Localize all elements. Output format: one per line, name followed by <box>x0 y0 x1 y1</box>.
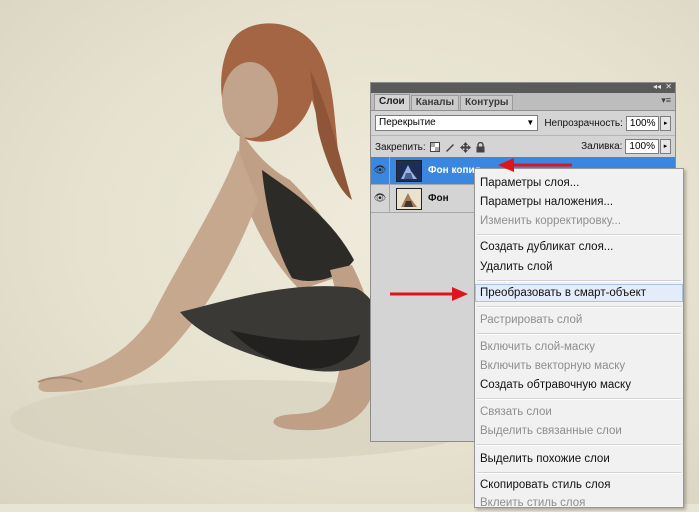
menu-item-enable-vector-mask[interactable]: Включить векторную маску <box>475 357 683 375</box>
opacity-label: Непрозрачность: <box>544 117 623 129</box>
fill-field[interactable]: 100% <box>625 139 659 154</box>
menu-separator <box>477 444 681 446</box>
menu-item-delete-layer[interactable]: Удалить слой <box>475 258 683 276</box>
blend-mode-value: Перекрытие <box>379 117 436 128</box>
lock-transparency-icon[interactable] <box>430 142 441 153</box>
layer-thumbnail <box>396 187 422 210</box>
collapse-icon[interactable]: ◂◂ <box>653 82 661 92</box>
menu-item-edit-adjustment[interactable]: Изменить корректировку... <box>475 212 683 230</box>
menu-item-rasterize-layer[interactable]: Растрировать слой <box>475 311 683 329</box>
menu-separator <box>477 472 681 474</box>
menu-separator <box>477 234 681 236</box>
menu-separator <box>477 398 681 400</box>
menu-separator <box>477 280 681 282</box>
menu-separator <box>477 306 681 308</box>
lock-all-icon[interactable] <box>475 141 486 153</box>
tab-layers[interactable]: Слои <box>374 94 410 110</box>
menu-item-layer-properties[interactable]: Параметры слоя... <box>475 174 683 192</box>
menu-item-create-clipping-mask[interactable]: Создать обтравочную маску <box>475 376 683 394</box>
layer-context-menu: Параметры слоя... Параметры наложения...… <box>474 168 684 509</box>
blend-mode-select[interactable]: Перекрытие ▼ <box>375 115 539 131</box>
tab-paths[interactable]: Контуры <box>459 95 514 110</box>
panel-titlebar: ◂◂ ✕ <box>371 82 675 93</box>
panel-tabs: Слои Каналы Контуры ▾≡ <box>371 93 675 111</box>
menu-item-copy-layer-style[interactable]: Скопировать стиль слоя <box>475 476 683 494</box>
close-icon[interactable]: ✕ <box>665 82 672 92</box>
menu-item-enable-layer-mask[interactable]: Включить слой-маску <box>475 338 683 356</box>
menu-item-duplicate-layer[interactable]: Создать дубликат слоя... <box>475 238 683 256</box>
menu-item-select-similar-layers[interactable]: Выделить похожие слои <box>475 450 683 468</box>
layer-name: Фон <box>428 193 449 204</box>
opacity-slider-button[interactable]: ▸ <box>660 115 671 131</box>
chevron-down-icon: ▼ <box>526 118 535 127</box>
lock-position-icon[interactable] <box>459 141 471 153</box>
menu-item-select-linked-layers[interactable]: Выделить связанные слои <box>475 422 683 440</box>
eye-icon[interactable]: 👁 <box>371 157 390 184</box>
eye-icon[interactable]: 👁 <box>371 185 390 212</box>
layer-name: Фон копия <box>428 165 481 176</box>
menu-item-convert-smart-object[interactable]: Преобразовать в смарт-объект <box>475 284 683 302</box>
lock-row: Закрепить: Заливка: 100% ▸ <box>371 135 675 158</box>
opacity-field[interactable]: 100% <box>625 115 660 131</box>
blend-row: Перекрытие ▼ Непрозрачность: 100% ▸ <box>371 111 675 135</box>
menu-separator <box>477 333 681 335</box>
lock-pixels-icon[interactable] <box>445 142 456 153</box>
menu-item-paste-layer-style[interactable]: Вклеить стиль слоя <box>475 494 683 512</box>
fill-slider-button[interactable]: ▸ <box>660 139 671 154</box>
fill-control: Заливка: 100% ▸ <box>581 139 671 154</box>
menu-item-blending-options[interactable]: Параметры наложения... <box>475 193 683 211</box>
tab-channels[interactable]: Каналы <box>410 95 459 110</box>
panel-menu-icon[interactable]: ▾≡ <box>661 95 671 106</box>
menu-item-link-layers[interactable]: Связать слои <box>475 403 683 421</box>
fill-label: Заливка: <box>581 141 623 152</box>
layer-thumbnail <box>396 159 422 182</box>
lock-label: Закрепить: <box>375 141 426 153</box>
